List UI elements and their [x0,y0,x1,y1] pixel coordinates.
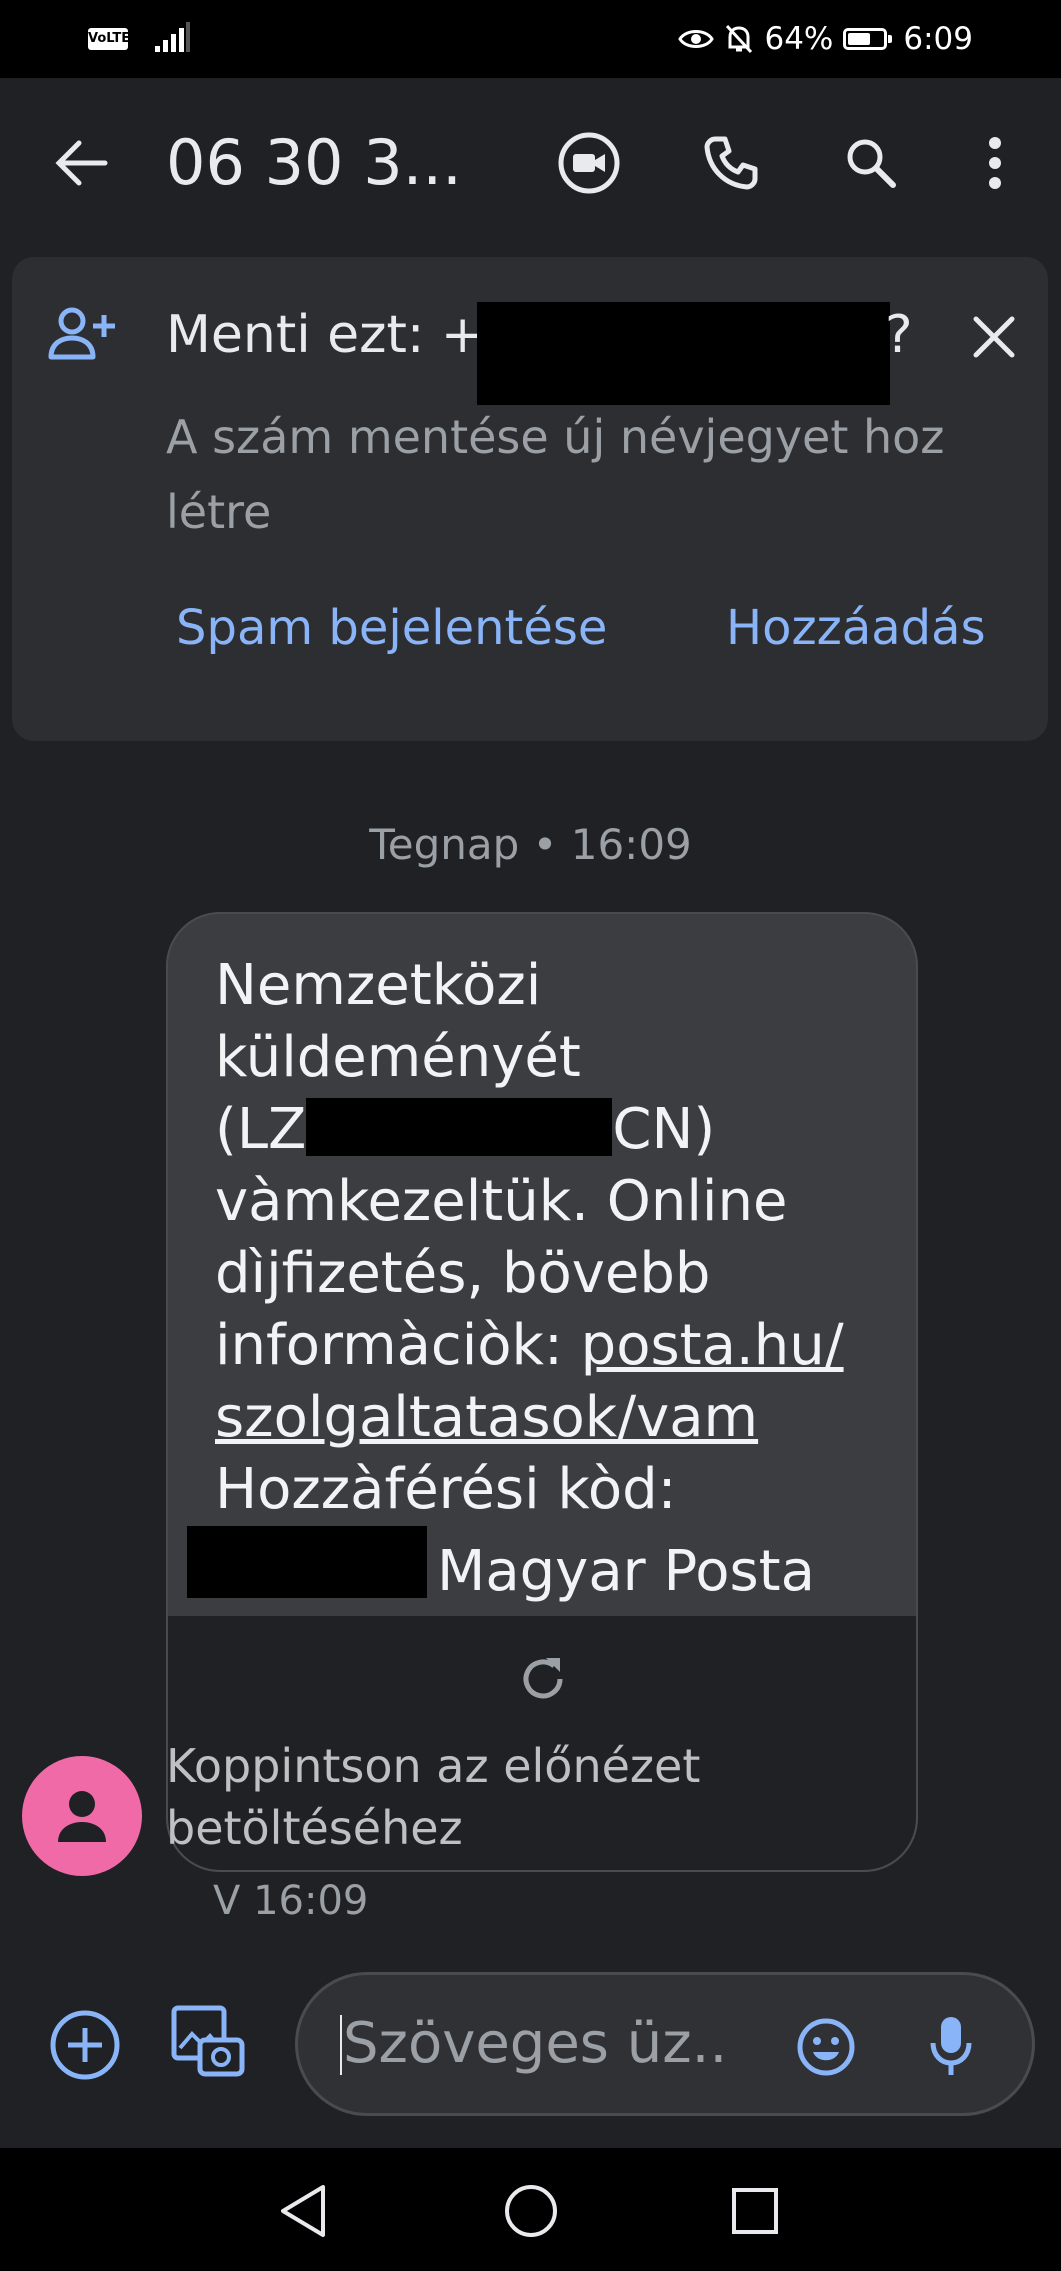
status-bar: VoLTE 64% 6:09 [0,0,1061,78]
square-recents-icon [732,2188,778,2234]
preview-hint[interactable]: Koppintson az előnézet betöltéséhez [166,1735,786,1859]
video-call-button[interactable] [554,128,624,198]
message-input-container[interactable]: Szöveges üz... [295,1972,1035,2116]
date-separator: Tegnap • 16:09 [369,820,692,869]
eye-icon [678,30,715,48]
close-icon [973,316,1015,358]
nav-back-button[interactable] [268,2176,338,2246]
call-button[interactable] [696,128,766,198]
redaction-block [187,1526,427,1598]
message-line: Nemzetközi küldeményét [215,953,581,1090]
circle-home-icon [505,2185,557,2237]
conversation-title[interactable]: 06 30 3... [166,118,462,208]
redaction-block [306,1098,613,1156]
clock: 6:09 [903,21,973,57]
arrow-back-icon [55,140,108,186]
report-spam-button[interactable]: Spam bejelentése [176,600,607,656]
voice-input-button[interactable] [926,2013,976,2079]
tracking-code-suffix: CN) [612,1097,716,1162]
message-bubble[interactable]: Nemzetközi küldeményét (LZ CN) vàmkezeltü… [166,912,918,1872]
add-contact-button[interactable]: Hozzáadás [726,600,986,656]
video-call-icon [558,132,620,194]
volte-icon: VoLTE [88,28,130,50]
navigation-bar [0,2148,1061,2271]
triangle-back-icon [281,2185,325,2237]
battery-percent: 64% [764,21,834,57]
emoji-icon [797,2018,855,2076]
search-button[interactable] [836,128,906,198]
text-caret [340,2015,342,2075]
mic-icon [930,2017,972,2075]
add-circle-icon [50,2010,120,2080]
message-line: Hozzàférési kòd: [215,1457,677,1522]
back-button[interactable] [47,128,117,198]
save-contact-title: Menti ezt: + [166,305,485,365]
refresh-icon [523,1658,563,1699]
person-icon [58,1791,106,1842]
tracking-code-prefix: (LZ [215,1097,307,1162]
save-contact-title-suffix: ? [885,305,913,365]
gallery-camera-icon [171,2005,245,2077]
gallery-camera-button[interactable] [170,2004,246,2080]
dismiss-card-button[interactable] [964,307,1024,367]
nav-recents-button[interactable] [720,2176,790,2246]
battery-icon [843,28,893,50]
app-bar: 06 30 3... [0,78,1061,248]
phone-icon [704,136,758,190]
nav-home-button[interactable] [496,2176,566,2246]
message-input[interactable]: Szöveges üz... [343,1975,733,2113]
message-timestamp: V 16:09 [213,1878,369,1924]
message-text: Nemzetközi küldeményét (LZ CN) vàmkezeltü… [187,950,905,1608]
add-attachment-button[interactable] [48,2008,122,2082]
add-person-icon [48,307,115,360]
more-options-button[interactable] [960,128,1030,198]
notifications-off-icon [726,24,753,54]
sender-sign: Magyar Posta [437,1539,815,1604]
battery-level [848,33,871,45]
compose-bar: Szöveges üz... [0,1960,1061,2140]
redaction-block [477,302,890,405]
more-vert-icon [989,137,1001,189]
search-icon [847,139,896,188]
save-contact-card: Menti ezt: + ? A szám mentése új névjegy… [12,257,1048,741]
signal-icon [155,22,190,52]
save-contact-subtitle: A szám mentése új névjegyet hoz létre [166,410,945,539]
avatar[interactable] [22,1756,142,1876]
emoji-button[interactable] [796,2017,856,2077]
